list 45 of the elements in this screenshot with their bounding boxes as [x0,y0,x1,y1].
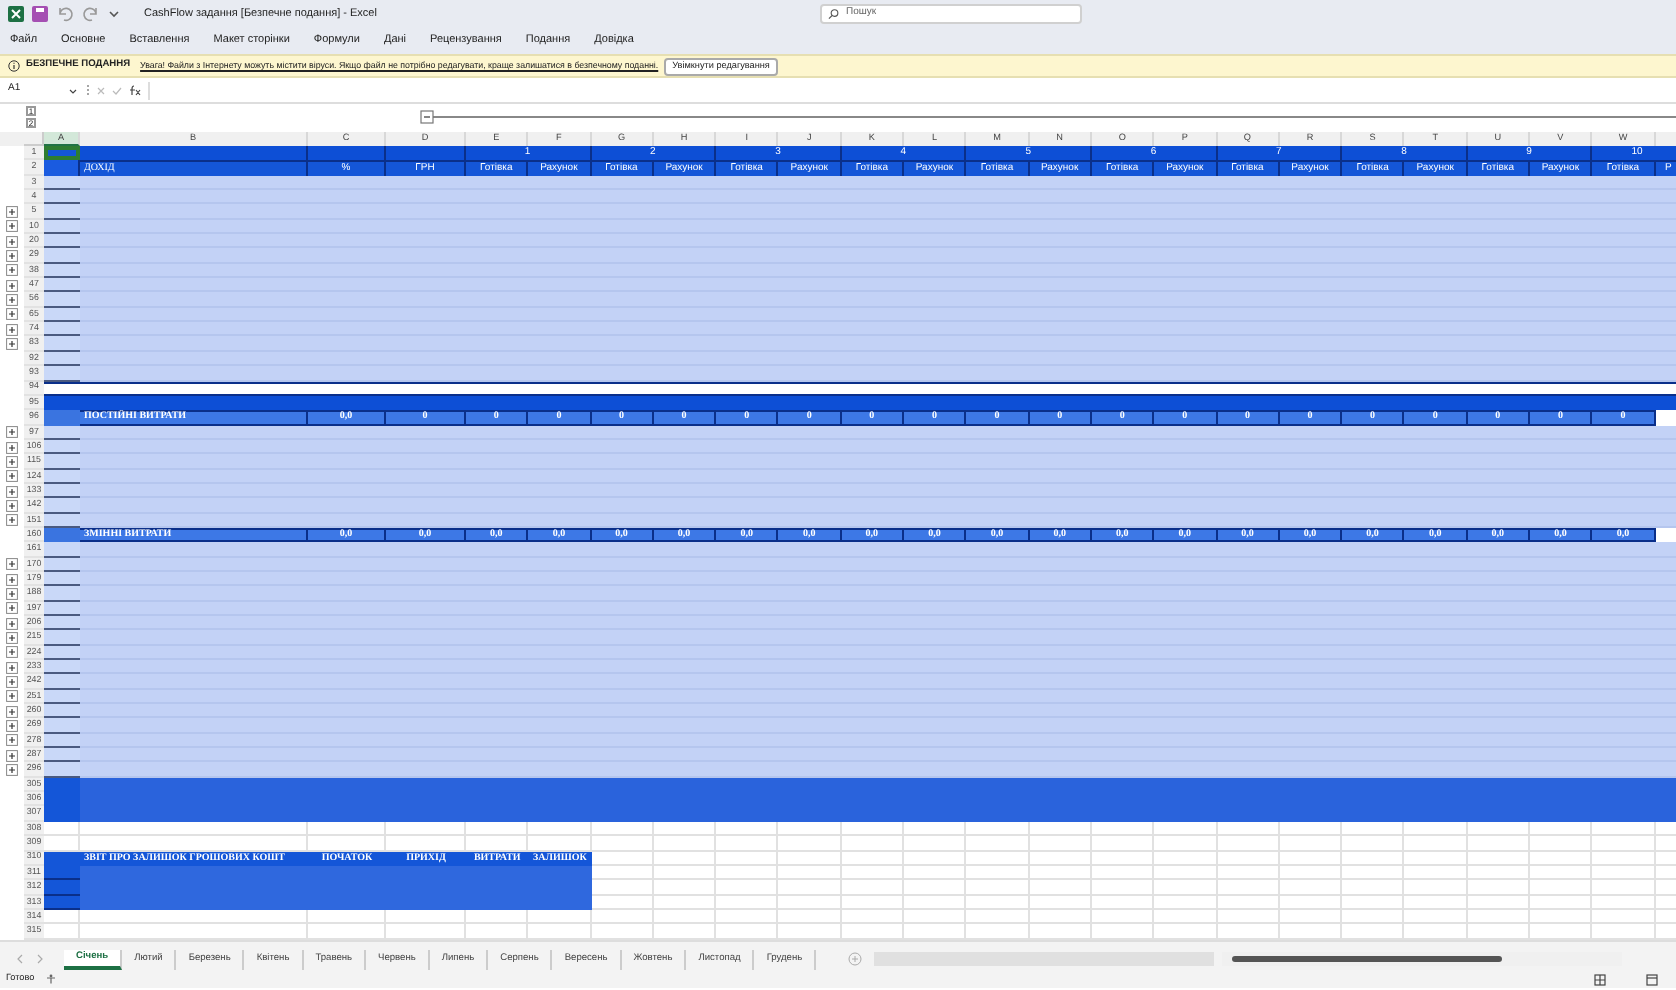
expand-group-icon[interactable] [6,308,18,321]
expand-group-icon[interactable] [6,294,18,307]
expand-group-icon[interactable] [6,661,18,674]
expand-group-icon[interactable] [6,206,18,219]
expand-group-icon[interactable] [6,690,18,703]
save-icon[interactable] [32,6,48,22]
expand-group-icon[interactable] [6,426,18,439]
expand-group-icon[interactable] [6,632,18,645]
expand-group-icon[interactable] [6,602,18,615]
excel-logo-icon [8,6,24,22]
page-layout-view-icon[interactable] [1646,973,1658,986]
expand-group-icon[interactable] [6,676,18,689]
expand-group-icon[interactable] [6,485,18,498]
expand-group-icon[interactable] [6,250,18,263]
expand-group-icon[interactable] [6,441,18,454]
expand-group-icon[interactable] [6,558,18,571]
expand-group-icon[interactable] [6,749,18,762]
info-icon [8,60,20,72]
expand-group-icon[interactable] [6,617,18,630]
expand-group-icon[interactable] [6,455,18,468]
expand-group-icon[interactable] [6,646,18,659]
caret-icon [68,85,78,95]
expand-group-icon[interactable] [6,705,18,718]
checkmark-icon[interactable] [112,85,122,95]
accessibility-icon[interactable] [46,974,57,985]
expand-group-icon[interactable] [6,734,18,747]
expand-group-icon[interactable] [6,573,18,586]
expand-group-icon[interactable] [6,235,18,248]
expand-group-icon[interactable] [6,264,18,277]
expand-group-icon[interactable] [6,470,18,483]
search-icon [828,8,841,20]
collapse-group-icon[interactable] [420,110,434,124]
expand-group-icon[interactable] [6,220,18,233]
expand-group-icon[interactable] [6,338,18,351]
caret-icon[interactable] [108,8,120,20]
expand-group-icon[interactable] [6,720,18,733]
function-icon[interactable] [128,84,142,96]
expand-group-icon[interactable] [6,764,18,777]
normal-view-icon[interactable] [1594,973,1606,986]
selected-cell[interactable] [44,146,80,161]
expand-group-icon[interactable] [6,279,18,292]
expand-group-icon[interactable] [6,514,18,527]
expand-group-icon[interactable] [6,499,18,512]
expand-group-icon[interactable] [6,587,18,600]
expand-group-icon[interactable] [6,323,18,336]
